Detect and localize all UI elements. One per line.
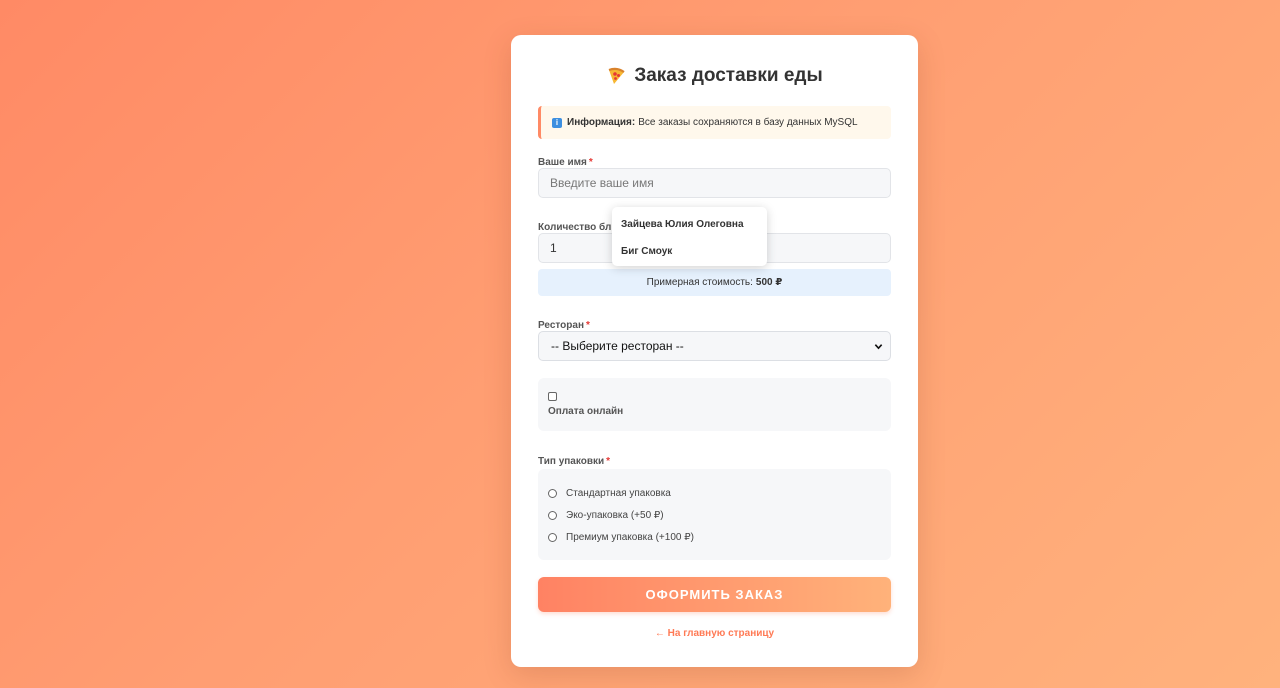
restaurant-select[interactable]: -- Выберите ресторан --	[538, 331, 891, 361]
back-home-link[interactable]: ← На главную страницу	[538, 628, 891, 639]
chevron-down-icon	[874, 343, 883, 349]
submit-order-button[interactable]: ОФОРМИТЬ ЗАКАЗ	[538, 577, 891, 612]
estimated-cost: Примерная стоимость: 500 ₽	[538, 269, 891, 296]
page-title: Заказ доставки еды	[538, 64, 891, 88]
page-title-text: Заказ доставки еды	[634, 65, 823, 86]
packaging-option-standard[interactable]: Стандартная упаковка	[538, 482, 891, 504]
restaurant-select-value: -- Выберите ресторан --	[551, 339, 684, 353]
pizza-icon	[606, 66, 626, 86]
cost-value: 500 ₽	[755, 277, 783, 288]
cost-label: Примерная стоимость:	[646, 277, 753, 288]
online-payment-box: Оплата онлайн	[538, 378, 891, 431]
packaging-options: Стандартная упаковка Эко-упаковка (+50 ₽…	[538, 469, 891, 560]
radio-standard[interactable]	[548, 488, 557, 498]
info-text: Все заказы сохраняются в базу данных MyS…	[638, 117, 858, 128]
radio-premium[interactable]	[548, 532, 557, 542]
radio-eco[interactable]	[548, 510, 557, 520]
packaging-option-premium[interactable]: Премиум упаковка (+100 ₽)	[538, 526, 891, 548]
name-input[interactable]: Введите ваше имя	[538, 168, 891, 198]
packaging-label: Тип упаковки *	[538, 456, 611, 467]
name-autocomplete-dropdown: Зайцева Юлия Олеговна Биг Смоук	[612, 207, 767, 266]
online-payment-label: Оплата онлайн	[548, 406, 624, 417]
order-form-card: Заказ доставки еды i Информация: Все зак…	[511, 35, 918, 667]
info-icon: i	[552, 117, 562, 128]
autocomplete-option[interactable]: Биг Смоук	[612, 238, 767, 265]
info-banner: i Информация: Все заказы сохраняются в б…	[538, 106, 891, 139]
online-payment-checkbox[interactable]	[548, 392, 557, 401]
packaging-option-eco[interactable]: Эко-упаковка (+50 ₽)	[538, 504, 891, 526]
autocomplete-option[interactable]: Зайцева Юлия Олеговна	[612, 211, 767, 238]
info-label: Информация:	[567, 117, 636, 128]
